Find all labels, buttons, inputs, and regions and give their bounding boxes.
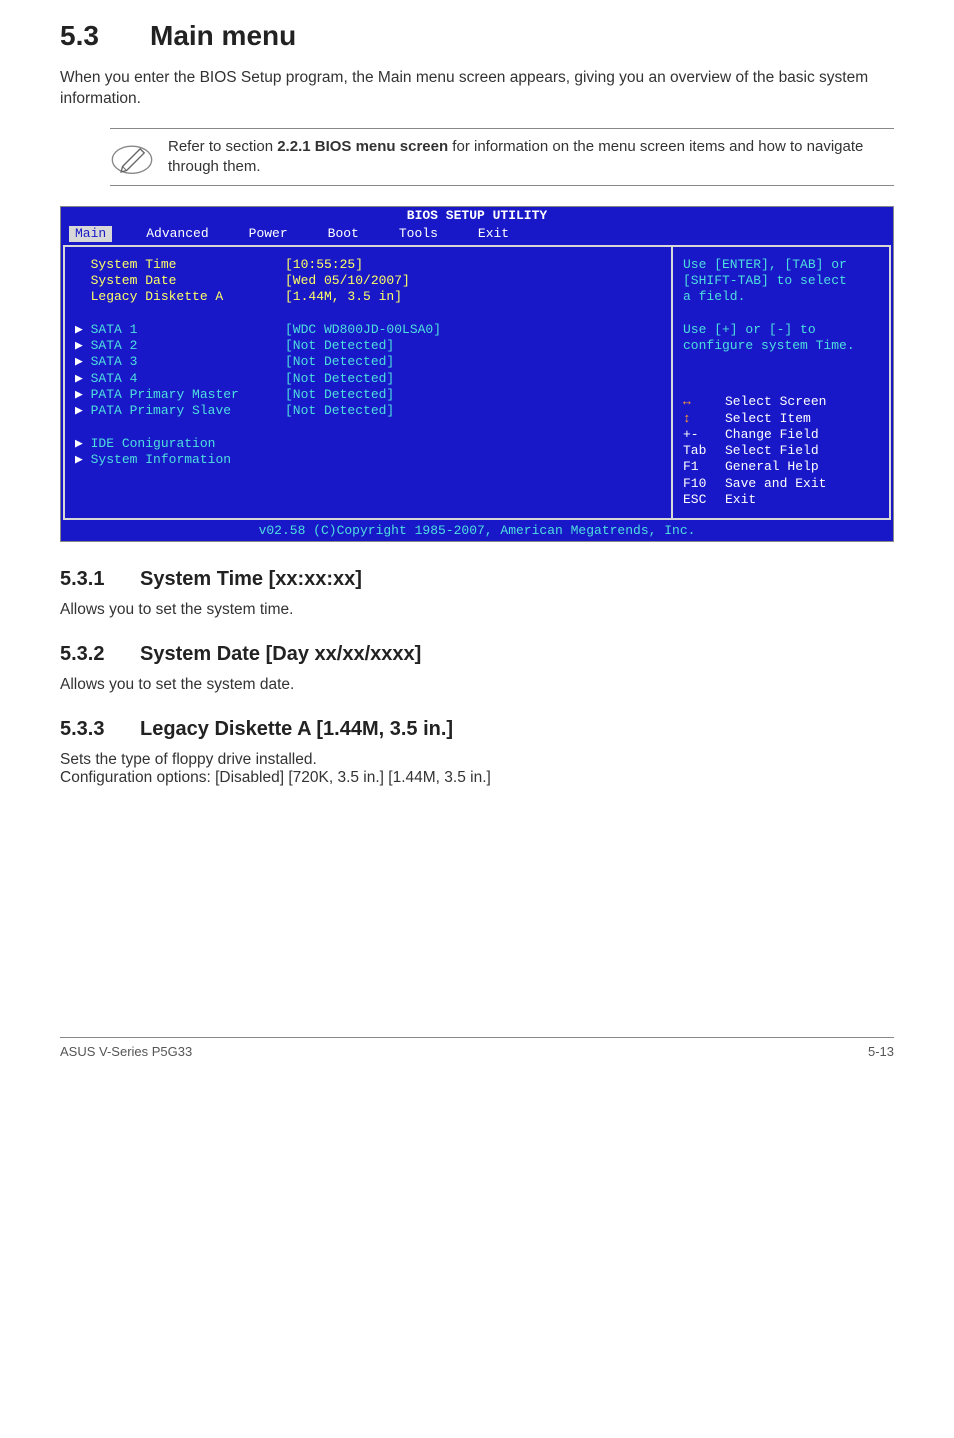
bios-field-value: [WDC WD800JD-00LSA0] [285,322,441,338]
bios-field-value[interactable]: [Wed 05/10/2007] [285,273,410,289]
bios-field-value: [Not Detected] [285,371,394,387]
bios-field-value: [Not Detected] [285,354,394,370]
bios-nav-key: ↕Select Item [683,411,879,427]
bios-screen: BIOS SETUP UTILITY Main Advanced Power Boot… [60,206,894,542]
subsection-title: 5.3.3Legacy Diskette A [1.44M, 3.5 in.] [60,718,894,741]
section-title: 5.3Main menu [60,20,894,52]
bios-help-pane: Use [ENTER], [TAB] or[SHIFT-TAB] to sele… [671,245,891,520]
subsection-body: Allows you to set the system date. [60,676,894,694]
subsection-title: 5.3.2System Date [Day xx/xx/xxxx] [60,643,894,666]
bios-field-label: System Time [75,257,285,273]
bios-help-line: a field. [683,289,879,305]
note-text: Refer to section 2.2.1 BIOS menu screen … [168,137,894,178]
bios-field-label: ▶ SATA 3 [75,354,285,370]
bios-tab-power[interactable]: Power [243,226,294,242]
bios-field-label: ▶ PATA Primary Master [75,387,285,403]
bios-tab-tools[interactable]: Tools [393,226,444,242]
bios-nav-key: TabSelect Field [683,443,879,459]
bios-sata-row[interactable]: ▶ SATA 1[WDC WD800JD-00LSA0] [75,322,661,338]
page-footer: ASUS V-Series P5G33 5-13 [60,1037,894,1059]
bios-nav-key: ↔Select Screen [683,394,879,410]
bios-field-value[interactable]: [10:55:25] [285,257,363,273]
bios-field-row[interactable]: System Date[Wed 05/10/2007] [75,273,661,289]
bios-sata-row[interactable]: ▶ PATA Primary Master[Not Detected] [75,387,661,403]
bios-sata-row[interactable]: ▶ SATA 2[Not Detected] [75,338,661,354]
subsection-body: Sets the type of floppy drive installed.… [60,751,894,787]
bios-tab-advanced[interactable]: Advanced [140,226,214,242]
bios-field-label: ▶ SATA 1 [75,322,285,338]
bios-field-label: ▶ PATA Primary Slave [75,403,285,419]
bios-help-line: [SHIFT-TAB] to select [683,273,879,289]
intro-text: When you enter the BIOS Setup program, t… [60,68,894,110]
bios-field-value: [Not Detected] [285,338,394,354]
bios-nav-key: F10Save and Exit [683,476,879,492]
bios-nav-key: F1General Help [683,459,879,475]
bios-tab-exit[interactable]: Exit [472,226,515,242]
bios-field-value: [Not Detected] [285,387,394,403]
footer-left: ASUS V-Series P5G33 [60,1044,192,1059]
bios-tabs: Main Advanced Power Boot Tools Exit [61,226,893,245]
bios-field-value: [Not Detected] [285,403,394,419]
bios-field-label: ▶ SATA 2 [75,338,285,354]
bios-nav-key: +-Change Field [683,427,879,443]
bios-nav-key: ESCExit [683,492,879,508]
bios-field-value[interactable]: [1.44M, 3.5 in] [285,289,402,305]
bios-field-label: Legacy Diskette A [75,289,285,305]
bios-sata-row[interactable]: ▶ PATA Primary Slave[Not Detected] [75,403,661,419]
bios-tab-main[interactable]: Main [69,226,112,242]
bios-main-pane: System Time[10:55:25] System Date[Wed 05… [63,245,671,520]
bios-field-row[interactable]: System Time[10:55:25] [75,257,661,273]
bios-help-line [683,306,879,322]
subsection-body: Allows you to set the system time. [60,601,894,619]
pencil-icon [110,137,154,177]
bios-help-line: Use [+] or [-] to [683,322,879,338]
bios-help-line: Use [ENTER], [TAB] or [683,257,879,273]
bios-title: BIOS SETUP UTILITY [61,207,893,225]
note-box: Refer to section 2.2.1 BIOS menu screen … [110,128,894,187]
bios-sata-row[interactable]: ▶ SATA 3[Not Detected] [75,354,661,370]
bios-field-label: System Date [75,273,285,289]
bios-help-line: configure system Time. [683,338,879,354]
subsection-title: 5.3.1System Time [xx:xx:xx] [60,568,894,591]
bios-sata-row[interactable]: ▶ SATA 4[Not Detected] [75,371,661,387]
footer-page-number: 5-13 [868,1044,894,1059]
section-number: 5.3 [60,20,150,52]
bios-submenu-row[interactable]: ▶ System Information [75,452,661,468]
bios-submenu-row[interactable]: ▶ IDE Coniguration [75,436,661,452]
section-name: Main menu [150,20,296,51]
bios-field-row[interactable]: Legacy Diskette A[1.44M, 3.5 in] [75,289,661,305]
bios-footer: v02.58 (C)Copyright 1985-2007, American … [61,522,893,541]
bios-field-label: ▶ SATA 4 [75,371,285,387]
bios-tab-boot[interactable]: Boot [322,226,365,242]
